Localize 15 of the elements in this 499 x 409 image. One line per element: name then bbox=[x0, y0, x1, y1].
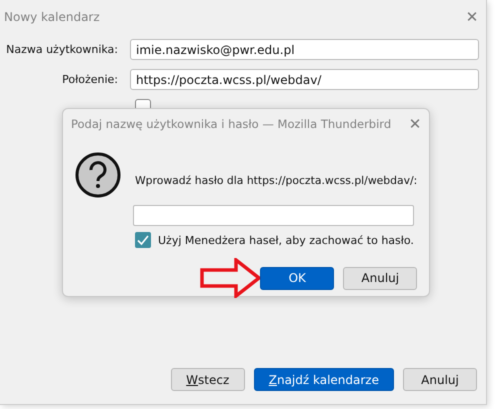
dialog-button[interactable]: Znajdź kalendarze bbox=[254, 368, 394, 391]
dialog-button[interactable]: OK bbox=[260, 266, 334, 290]
window-title: Nowy kalendarz bbox=[4, 10, 100, 24]
dialog-button[interactable]: Anuluj bbox=[403, 368, 477, 391]
dialog-message: Wprowadź hasło dla https://poczta.wcss.pl/webdav/: bbox=[135, 174, 418, 187]
input-field[interactable]: https://poczta.wcss.pl/webdav/ bbox=[130, 69, 479, 90]
dialog-button[interactable]: Wstecz bbox=[170, 368, 245, 391]
close-button[interactable]: ✕ bbox=[401, 115, 429, 133]
dialog-title: Podaj nazwę użytkownika i hasło — Mozilla Thunderbird bbox=[71, 117, 392, 131]
close-button[interactable]: ✕ bbox=[458, 8, 486, 26]
input-field[interactable]: imie.nazwisko@pwr.edu.pl bbox=[130, 39, 479, 60]
field-label: Położenie: bbox=[61, 73, 118, 86]
dialog-button[interactable]: Anuluj bbox=[343, 266, 418, 290]
checkbox-label: Użyj Menedżera haseł, aby zachować to hasło. bbox=[158, 234, 414, 246]
field-label: Nazwa użytkownika: bbox=[5, 43, 118, 56]
